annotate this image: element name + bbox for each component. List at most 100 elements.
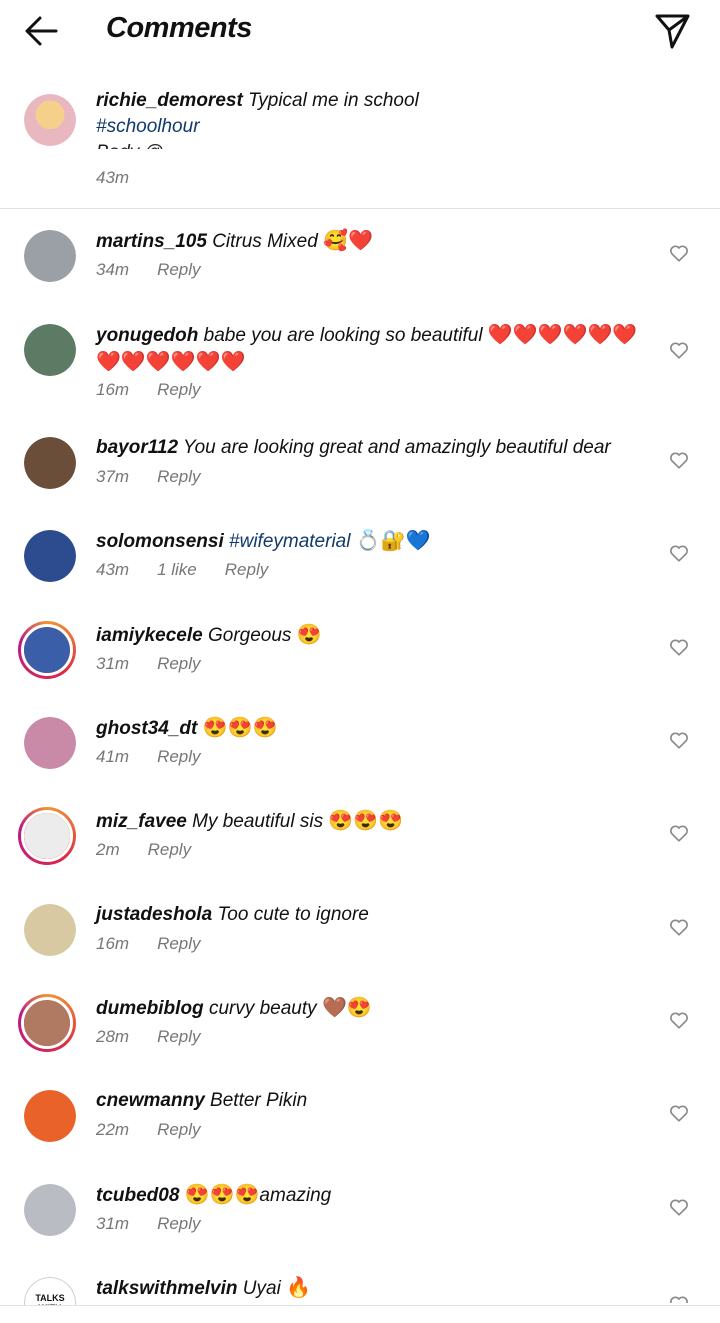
avatar-photo [24,1184,76,1236]
comment-text: talkswithmelvin Uyai 🔥 [96,1275,656,1302]
avatar-photo: TALKS WITH [24,1277,76,1305]
avatar[interactable] [24,1184,76,1236]
avatar[interactable] [24,530,76,582]
comment-like-count[interactable]: 1 like [157,560,197,579]
avatar[interactable] [24,717,76,769]
like-heart-icon[interactable] [668,449,690,471]
avatar[interactable] [24,94,76,146]
like-heart-icon[interactable] [668,542,690,564]
comment-username[interactable]: tcubed08 [96,1185,179,1206]
comment-row: bayor112 You are looking great and amazi… [0,435,720,528]
reply-button[interactable]: Reply [157,1214,200,1233]
like-heart-icon[interactable] [668,242,690,264]
story-ring [21,997,73,1049]
comment-timestamp: 28m [96,1027,130,1046]
comment-meta: 43m 1 like Reply [96,560,296,580]
comment-text: martins_105 Citrus Mixed 🥰❤️ [96,228,656,255]
comment-username[interactable]: bayor112 [96,437,178,458]
comment-text: tcubed08 😍😍😍amazing [96,1182,656,1209]
comment-body: Gorgeous [207,625,292,646]
comment-username[interactable]: martins_105 [96,231,207,252]
direct-message-icon[interactable] [652,10,692,50]
reply-button[interactable]: Reply [225,560,268,579]
comment-username[interactable]: yonugedoh [96,325,198,346]
like-heart-icon[interactable] [668,729,690,751]
comment-row: cnewmanny Better Pikin 22m Reply [0,1088,720,1181]
comment-emoji: 😍😍😍 [202,717,278,739]
comment-timestamp: 22m [96,1120,130,1139]
comment-row: ghost34_dt 😍😍😍 41m Reply [0,715,720,808]
comment-emoji: 🔥 [286,1277,311,1299]
comment-emoji-line2: ❤️❤️❤️❤️❤️❤️ [96,351,246,373]
caption-text: richie_demorest Typical me in school #sc… [96,88,656,140]
avatar-photo [24,627,70,673]
comment-emoji: 🤎😍 [321,997,372,1019]
reply-button[interactable]: Reply [157,1120,200,1139]
avatar-photo [24,1090,76,1142]
reply-button[interactable]: Reply [148,840,191,859]
avatar[interactable] [18,994,76,1052]
avatar[interactable]: TALKS WITH [24,1277,76,1305]
comment-timestamp: 41m [96,747,130,766]
comment-row: iamiykecele Gorgeous 😍 31m Reply [0,621,720,715]
back-arrow-icon[interactable] [22,12,62,50]
reply-button[interactable]: Reply [157,747,200,766]
comment-row: miz_favee My beautiful sis 😍😍😍 2m Reply [0,807,720,901]
comment-timestamp: 2m [96,840,120,859]
comment-emoji: ❤️❤️❤️❤️❤️❤️ [487,324,638,346]
comment-timestamp: 16m [96,934,130,953]
reply-button[interactable]: Reply [157,467,200,486]
comment-timestamp: 34m [96,260,130,279]
divider [0,1305,720,1306]
reply-button[interactable]: Reply [157,1027,200,1046]
top-bar: Comments [0,0,720,62]
comment-username[interactable]: miz_favee [96,811,187,832]
comment-meta: 31m Reply [96,1214,229,1234]
comment-username[interactable]: talkswithmelvin [96,1278,238,1299]
comment-emoji: 😍😍😍 [184,1184,260,1206]
comment-username[interactable]: dumebiblog [96,998,204,1019]
comment-username[interactable]: solomonsensi [96,531,224,552]
comment-hashtag[interactable]: #wifeymaterial [229,531,350,552]
like-heart-icon[interactable] [668,1102,690,1124]
reply-button[interactable]: Reply [157,260,200,279]
reply-button[interactable]: Reply [157,934,200,953]
comment-emoji: 😍😍😍 [328,810,404,832]
avatar[interactable] [24,324,76,376]
comment-row: TALKS WITH talkswithmelvin Uyai 🔥 [0,1275,720,1305]
like-heart-icon[interactable] [668,822,690,844]
like-heart-icon[interactable] [668,1293,690,1303]
comment-timestamp: 31m [96,654,130,673]
like-heart-icon[interactable] [668,1009,690,1031]
comment-meta: 37m Reply [96,467,229,487]
caption-username[interactable]: richie_demorest [96,90,243,111]
caption-hashtag[interactable]: #schoolhour [96,116,200,137]
reply-button[interactable]: Reply [157,380,200,399]
like-heart-icon[interactable] [668,916,690,938]
avatar-photo [24,1000,70,1046]
avatar[interactable] [24,1090,76,1142]
comment-row: solomonsensi #wifeymaterial 💍🔐💙 43m 1 like… [0,528,720,621]
comment-text: justadeshola Too cute to ignore [96,902,656,928]
avatar[interactable] [18,807,76,865]
comment-username[interactable]: ghost34_dt [96,718,197,739]
avatar[interactable] [24,230,76,282]
like-heart-icon[interactable] [668,636,690,658]
comment-timestamp: 43m [96,560,130,579]
caption-timestamp: 43m [96,168,130,187]
reply-button[interactable]: Reply [157,654,200,673]
avatar[interactable] [24,437,76,489]
like-heart-icon[interactable] [668,339,690,361]
comment-meta: 22m Reply [96,1120,229,1140]
comment-username[interactable]: justadeshola [96,904,212,925]
comment-username[interactable]: iamiykecele [96,625,203,646]
avatar[interactable] [18,621,76,679]
like-heart-icon[interactable] [668,1196,690,1218]
comment-username[interactable]: cnewmanny [96,1090,205,1111]
avatar[interactable] [24,904,76,956]
comment-timestamp: 31m [96,1214,130,1233]
comment-timestamp: 16m [96,380,130,399]
comment-emoji: 💍🔐💙 [355,530,431,552]
comment-body: Uyai [242,1278,281,1299]
avatar-photo [24,230,76,282]
